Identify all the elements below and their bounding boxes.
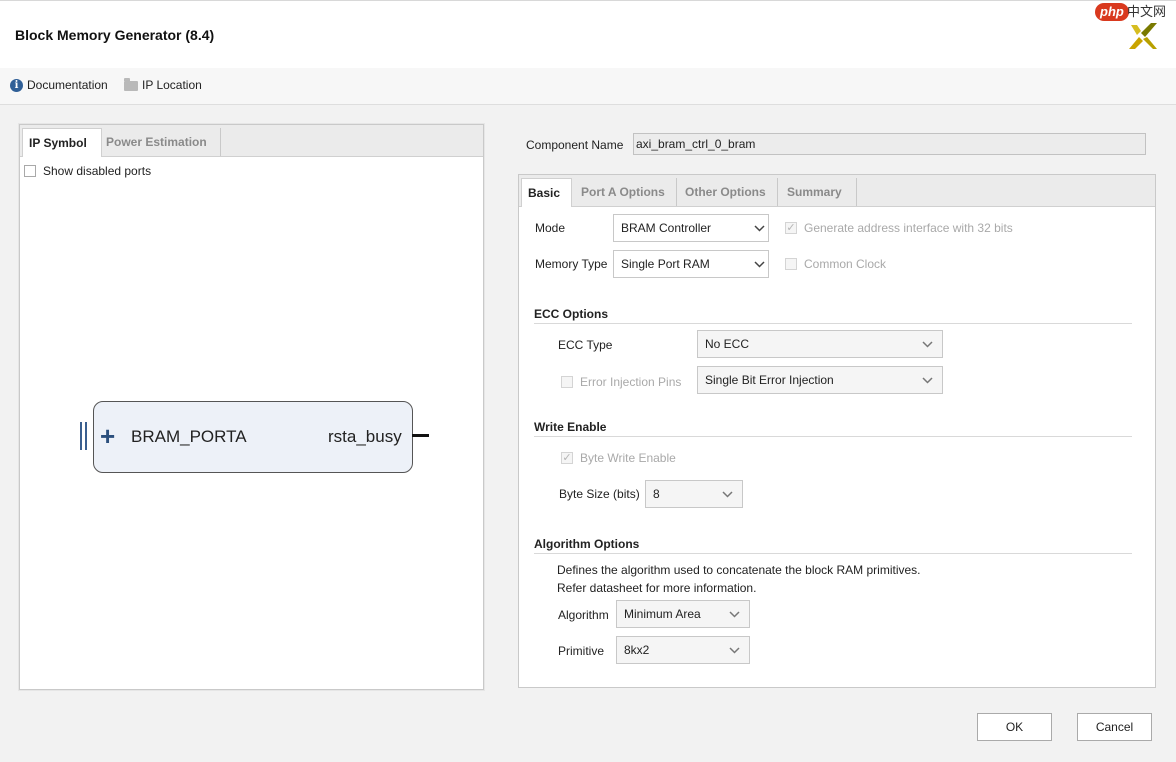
port-pin-line	[412, 434, 429, 437]
component-name-input[interactable]	[633, 133, 1146, 155]
options-panel: Basic Port A Options Other Options Summa…	[518, 174, 1156, 688]
tab-power-estimation[interactable]: Power Estimation	[101, 128, 221, 156]
byte-size-value: 8	[653, 487, 660, 501]
chevron-down-icon	[719, 610, 749, 618]
documentation-link[interactable]: i Documentation	[10, 78, 108, 92]
section-divider	[534, 553, 1132, 554]
ip-location-label: IP Location	[142, 78, 202, 92]
common-clock-label: Common Clock	[804, 257, 887, 271]
byte-size-select[interactable]: 8	[645, 480, 743, 508]
primitive-value: 8kx2	[624, 643, 650, 657]
tab-basic[interactable]: Basic	[521, 178, 572, 207]
algorithm-description: Defines the algorithm used to concatenat…	[557, 563, 921, 577]
ok-button[interactable]: OK	[977, 713, 1052, 741]
show-disabled-ports-label: Show disabled ports	[43, 164, 152, 178]
algorithm-value: Minimum Area	[624, 607, 701, 621]
byte-write-enable-label: Byte Write Enable	[580, 451, 676, 465]
chevron-down-icon	[750, 260, 768, 268]
gen-addr-32-checkbox[interactable]: ✓	[785, 222, 797, 234]
ecc-type-value: No ECC	[705, 337, 750, 351]
ip-location-link[interactable]: IP Location	[124, 78, 202, 92]
error-injection-pins-checkbox[interactable]	[561, 376, 573, 388]
tab-other-options[interactable]: Other Options	[679, 178, 777, 206]
gen-addr-32-label: Generate address interface with 32 bits	[804, 221, 1013, 235]
ip-symbol-panel: IP Symbol Power Estimation Show disabled…	[19, 124, 484, 690]
expand-plus-icon[interactable]: +	[100, 423, 115, 449]
algorithm-datasheet-note: Refer datasheet for more information.	[557, 581, 757, 595]
chevron-down-icon	[712, 490, 742, 498]
memory-type-label: Memory Type	[535, 257, 608, 271]
options-tab-bar: Basic Port A Options Other Options Summa…	[519, 175, 1155, 207]
watermark-site-text: 中文网	[1127, 4, 1167, 19]
left-tab-bar: IP Symbol Power Estimation	[20, 125, 483, 157]
watermark-php-logo: php	[1095, 3, 1129, 21]
title-bar: Block Memory Generator (8.4) php 中文网	[0, 0, 1176, 69]
mode-value: BRAM Controller	[621, 221, 712, 235]
folder-icon	[124, 78, 138, 91]
error-injection-pins-label: Error Injection Pins	[580, 375, 682, 389]
tab-port-a-options[interactable]: Port A Options	[575, 178, 675, 206]
show-disabled-ports[interactable]: Show disabled ports	[24, 164, 151, 178]
byte-write-enable-option[interactable]: ✓ Byte Write Enable	[561, 451, 676, 465]
port-bram-porta: BRAM_PORTA	[131, 427, 247, 446]
error-injection-value: Single Bit Error Injection	[705, 373, 834, 387]
error-injection-pins-option[interactable]: Error Injection Pins	[561, 375, 681, 389]
primitive-select[interactable]: 8kx2	[616, 636, 750, 664]
chevron-down-icon	[912, 340, 942, 348]
primitive-label: Primitive	[558, 644, 605, 658]
gen-addr-32-option[interactable]: ✓ Generate address interface with 32 bit…	[785, 221, 1013, 235]
show-disabled-ports-checkbox[interactable]	[24, 165, 36, 177]
memory-type-value: Single Port RAM	[621, 257, 710, 271]
algorithm-label: Algorithm	[558, 608, 609, 622]
chevron-down-icon	[719, 646, 749, 654]
bus-interface-bar	[80, 422, 82, 450]
xilinx-logo-icon	[1127, 21, 1159, 54]
mode-select[interactable]: BRAM Controller	[613, 214, 769, 242]
chevron-down-icon	[750, 224, 768, 232]
ecc-type-select[interactable]: No ECC	[697, 330, 943, 358]
checkmark-icon: ✓	[786, 222, 796, 234]
documentation-label: Documentation	[27, 78, 108, 92]
tab-summary[interactable]: Summary	[781, 178, 853, 206]
common-clock-option[interactable]: Common Clock	[785, 257, 886, 271]
chevron-down-icon	[912, 376, 942, 384]
window-title: Block Memory Generator (8.4)	[15, 27, 215, 43]
tab-divider	[777, 178, 778, 206]
tab-divider	[220, 128, 221, 156]
checkmark-icon: ✓	[562, 452, 572, 464]
ecc-options-heading: ECC Options	[534, 307, 608, 321]
info-icon: i	[10, 78, 23, 92]
byte-write-enable-checkbox[interactable]: ✓	[561, 452, 573, 464]
memory-type-select[interactable]: Single Port RAM	[613, 250, 769, 278]
section-divider	[534, 436, 1132, 437]
tab-divider	[856, 178, 857, 206]
write-enable-heading: Write Enable	[534, 420, 607, 434]
component-name-label: Component Name	[526, 138, 624, 152]
port-rsta-busy: rsta_busy	[328, 427, 402, 446]
bus-interface-bar	[85, 422, 87, 450]
algorithm-select[interactable]: Minimum Area	[616, 600, 750, 628]
cancel-button[interactable]: Cancel	[1077, 713, 1152, 741]
mode-label: Mode	[535, 221, 566, 235]
error-injection-select[interactable]: Single Bit Error Injection	[697, 366, 943, 394]
byte-size-label: Byte Size (bits)	[559, 487, 640, 501]
tab-ip-symbol[interactable]: IP Symbol	[22, 128, 102, 157]
common-clock-checkbox[interactable]	[785, 258, 797, 270]
ecc-type-label: ECC Type	[558, 338, 613, 352]
algorithm-options-heading: Algorithm Options	[534, 537, 640, 551]
toolbar: i Documentation IP Location	[0, 68, 1176, 105]
tab-divider	[676, 178, 677, 206]
section-divider	[534, 323, 1132, 324]
